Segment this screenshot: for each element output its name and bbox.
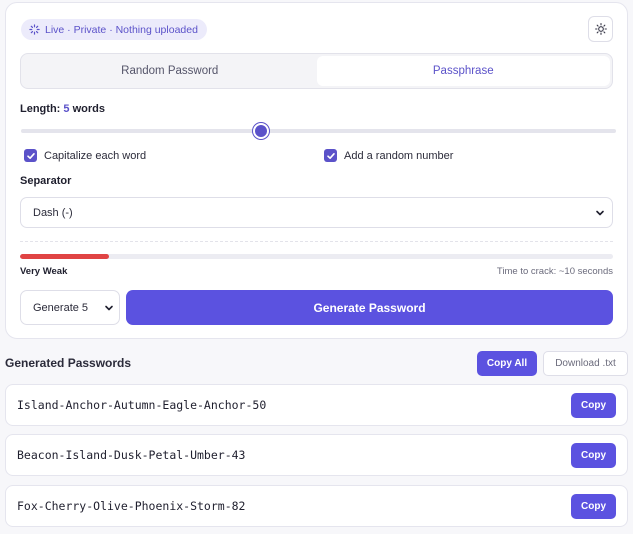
generator-card: Live · Private · Nothing uploaded Random… — [5, 2, 628, 339]
password-row: Island-Anchor-Autumn-Eagle-Anchor-50 Cop… — [5, 384, 628, 426]
generate-password-button[interactable]: Generate Password — [126, 290, 613, 325]
strength-meter — [20, 254, 613, 259]
capitalize-option[interactable]: Capitalize each word — [24, 149, 146, 162]
divider — [20, 241, 613, 242]
number-label: Add a random number — [344, 149, 454, 162]
check-icon — [326, 152, 335, 159]
copy-button[interactable]: Copy — [571, 493, 616, 519]
length-label: Length: 5 words — [20, 103, 105, 115]
password-row: Fox-Cherry-Olive-Phoenix-Storm-82 Copy — [5, 485, 628, 527]
password-text: Island-Anchor-Autumn-Eagle-Anchor-50 — [17, 398, 267, 412]
theme-toggle-button[interactable] — [588, 16, 613, 42]
tab-passphrase[interactable]: Passphrase — [316, 56, 610, 86]
sun-icon — [594, 23, 607, 35]
number-option[interactable]: Add a random number — [324, 149, 453, 162]
password-row: Beacon-Island-Dusk-Petal-Umber-43 Copy — [5, 434, 628, 476]
results-title: Generated Passwords — [5, 356, 132, 370]
number-checkbox[interactable] — [324, 149, 337, 162]
password-text: Beacon-Island-Dusk-Petal-Umber-43 — [17, 448, 246, 462]
download-txt-button[interactable]: Download .txt — [543, 351, 628, 376]
strength-meter-fill — [20, 254, 109, 259]
chevron-down-icon — [596, 210, 604, 215]
crack-time: Time to crack: ~10 seconds — [496, 266, 613, 277]
status-badge: Live · Private · Nothing uploaded — [21, 19, 207, 40]
capitalize-checkbox[interactable] — [24, 149, 37, 162]
length-prefix: Length: — [20, 103, 61, 115]
password-text: Fox-Cherry-Olive-Phoenix-Storm-82 — [17, 499, 246, 513]
tab-random-password[interactable]: Random Password — [23, 56, 317, 86]
generate-count-select[interactable]: Generate 5 — [20, 290, 120, 325]
mode-tabs: Random Password Passphrase — [20, 53, 613, 89]
separator-value: Dash (-) — [33, 206, 73, 219]
copy-all-button[interactable]: Copy All — [477, 351, 537, 376]
check-icon — [26, 152, 35, 159]
strength-label: Very Weak — [20, 266, 68, 277]
copy-button[interactable]: Copy — [571, 442, 616, 468]
length-value: 5 — [63, 103, 70, 115]
chevron-down-icon — [105, 305, 113, 310]
capitalize-label: Capitalize each word — [44, 149, 147, 162]
length-slider-track[interactable] — [21, 129, 616, 133]
separator-select[interactable]: Dash (-) — [20, 197, 613, 228]
spinner-icon — [29, 24, 40, 35]
length-suffix: words — [72, 103, 105, 115]
generate-count-value: Generate 5 — [33, 301, 89, 314]
copy-button[interactable]: Copy — [571, 392, 616, 418]
separator-label: Separator — [20, 175, 72, 187]
length-slider-thumb[interactable] — [253, 123, 269, 139]
status-badge-text: Live · Private · Nothing uploaded — [45, 23, 198, 36]
